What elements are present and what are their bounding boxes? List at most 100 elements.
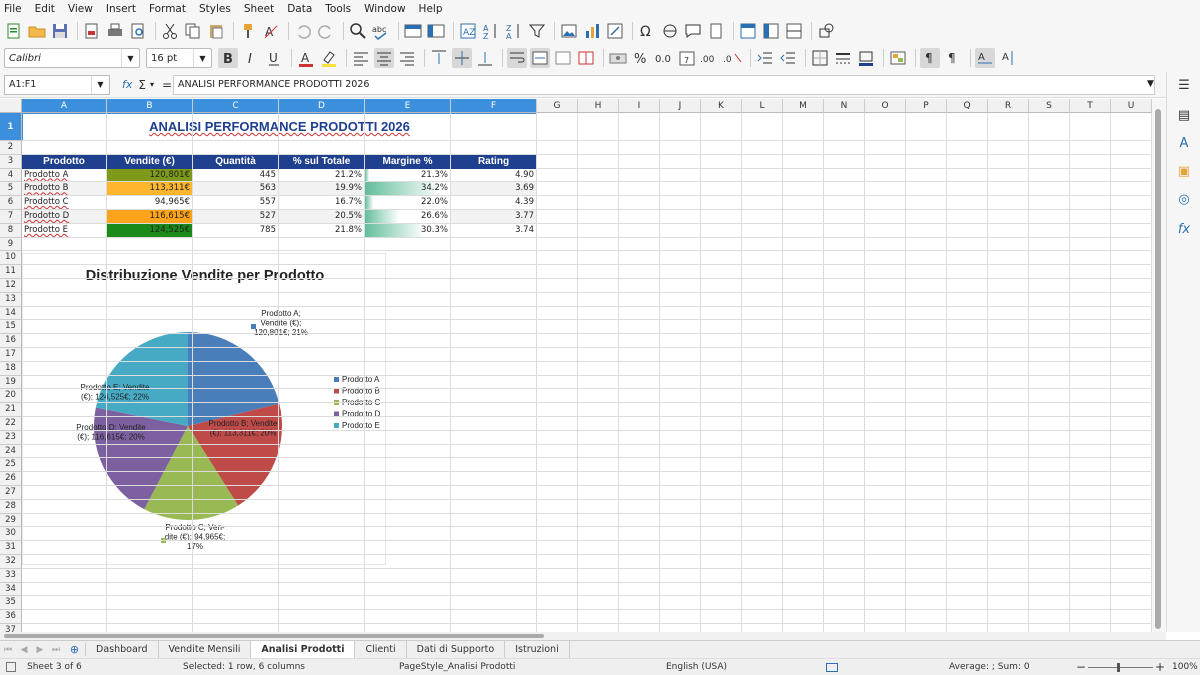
row-header-20[interactable]: 20 bbox=[0, 389, 22, 404]
row-header-21[interactable]: 21 bbox=[0, 403, 22, 417]
text-direction-rtl-icon[interactable]: ¶ bbox=[943, 48, 963, 68]
cut-icon[interactable] bbox=[160, 21, 180, 41]
expand-formula-icon[interactable]: ▼ bbox=[1147, 79, 1154, 89]
text-direction-ltr-icon[interactable]: ¶ bbox=[920, 48, 940, 68]
table-header-cell[interactable]: Margine % bbox=[365, 154, 450, 169]
next-sheet-icon[interactable]: ▶ bbox=[32, 645, 48, 655]
conditional-format-icon[interactable] bbox=[888, 48, 908, 68]
menu-item-format[interactable]: Format bbox=[149, 3, 186, 15]
clone-formatting-icon[interactable] bbox=[238, 21, 258, 41]
pivot-table-icon[interactable] bbox=[605, 21, 625, 41]
properties-icon[interactable]: ▤ bbox=[1175, 108, 1193, 126]
print-icon[interactable] bbox=[105, 21, 125, 41]
row-header-36[interactable]: 36 bbox=[0, 610, 22, 624]
align-right-icon[interactable] bbox=[397, 48, 417, 68]
table-cell-margine[interactable]: 26.6% bbox=[365, 210, 450, 223]
row-header-18[interactable]: 18 bbox=[0, 361, 22, 376]
table-cell-perc[interactable]: 21.8% bbox=[279, 224, 364, 237]
language[interactable]: English (USA) bbox=[666, 662, 727, 672]
functions-icon[interactable]: fx bbox=[1175, 222, 1193, 240]
column-header-m[interactable]: M bbox=[783, 99, 824, 113]
row-header-4[interactable]: 4 bbox=[0, 168, 22, 183]
menu-item-help[interactable]: Help bbox=[419, 3, 443, 15]
column-header-r[interactable]: R bbox=[988, 99, 1029, 113]
row-header-13[interactable]: 13 bbox=[0, 292, 22, 307]
add-sheet-icon[interactable]: ⊕ bbox=[64, 643, 86, 656]
row-header-12[interactable]: 12 bbox=[0, 279, 22, 293]
row-header-31[interactable]: 31 bbox=[0, 541, 22, 555]
table-cell-prodotto[interactable]: Prodotto E bbox=[22, 224, 106, 237]
menu-icon[interactable]: ☰ bbox=[1175, 78, 1193, 96]
last-sheet-icon[interactable]: ⏭ bbox=[48, 645, 64, 655]
add-decimal-icon[interactable]: .00 bbox=[700, 48, 720, 68]
font-size-box[interactable]: 16 pt ▼ bbox=[146, 48, 212, 68]
table-cell-rating[interactable]: 3.77 bbox=[451, 210, 536, 223]
center-vertically-icon[interactable] bbox=[452, 48, 472, 68]
row-header-34[interactable]: 34 bbox=[0, 582, 22, 597]
insert-image-icon[interactable] bbox=[559, 21, 579, 41]
merge-center-icon[interactable] bbox=[530, 48, 550, 68]
table-cell-margine[interactable]: 21.3% bbox=[365, 168, 450, 182]
unmerge-cells-icon[interactable] bbox=[576, 48, 596, 68]
clear-formatting-icon[interactable]: A bbox=[261, 21, 281, 41]
column-header-c[interactable]: C bbox=[193, 99, 279, 113]
column-header-t[interactable]: T bbox=[1070, 99, 1111, 113]
vertical-scrollbar[interactable] bbox=[1152, 99, 1166, 632]
row-header-11[interactable]: 11 bbox=[0, 265, 22, 279]
row-header-6[interactable]: 6 bbox=[0, 196, 22, 210]
split-window-icon[interactable] bbox=[784, 21, 804, 41]
column-icon[interactable] bbox=[426, 21, 446, 41]
menu-item-window[interactable]: Window bbox=[364, 3, 405, 15]
vertical-scroll-thumb[interactable] bbox=[1155, 109, 1161, 629]
row-header-7[interactable]: 7 bbox=[0, 210, 22, 224]
column-header-s[interactable]: S bbox=[1029, 99, 1070, 113]
row-header-3[interactable]: 3 bbox=[0, 154, 22, 169]
align-top-icon[interactable] bbox=[429, 48, 449, 68]
insert-chart-icon[interactable] bbox=[582, 21, 602, 41]
table-header-cell[interactable]: Quantità bbox=[193, 154, 278, 169]
table-cell-perc[interactable]: 20.5% bbox=[279, 210, 364, 223]
table-cell-vendite[interactable]: 113,311€ bbox=[107, 182, 192, 196]
table-cell-prodotto[interactable]: Prodotto D bbox=[22, 210, 106, 223]
column-header-f[interactable]: F bbox=[451, 99, 537, 113]
table-cell-perc[interactable]: 16.7% bbox=[279, 196, 364, 209]
save-icon[interactable] bbox=[50, 21, 70, 41]
highlight-color-icon[interactable] bbox=[319, 48, 339, 68]
table-cell-vendite[interactable]: 120,801€ bbox=[107, 168, 192, 182]
zoom-out-icon[interactable]: − bbox=[1076, 660, 1086, 674]
horizontal-scrollbar[interactable] bbox=[0, 632, 1166, 640]
row-header-15[interactable]: 15 bbox=[0, 320, 22, 335]
table-cell-quantita[interactable]: 785 bbox=[193, 224, 278, 237]
table-cell-prodotto[interactable]: Prodotto A bbox=[22, 169, 106, 182]
zoom-slider-handle[interactable] bbox=[1117, 663, 1120, 672]
styles-icon[interactable]: A bbox=[1175, 136, 1193, 154]
menu-item-edit[interactable]: Edit bbox=[35, 3, 55, 15]
menu-item-sheet[interactable]: Sheet bbox=[244, 3, 274, 15]
row-icon[interactable] bbox=[403, 21, 423, 41]
row-header-2[interactable]: 2 bbox=[0, 141, 22, 155]
export-pdf-icon[interactable] bbox=[82, 21, 102, 41]
table-cell-quantita[interactable]: 445 bbox=[193, 169, 278, 182]
zoom-level[interactable]: 100% bbox=[1172, 662, 1198, 672]
new-document-icon[interactable] bbox=[4, 21, 24, 41]
paste-icon[interactable] bbox=[206, 21, 226, 41]
table-cell-quantita[interactable]: 563 bbox=[193, 182, 278, 196]
row-header-33[interactable]: 33 bbox=[0, 568, 22, 583]
formula-input[interactable]: ANALISI PERFORMANCE PRODOTTI 2026 bbox=[173, 75, 1155, 95]
sheet-tab[interactable]: Vendite Mensili bbox=[159, 640, 252, 659]
chevron-down-icon[interactable]: ▾ bbox=[150, 80, 154, 89]
sort-icon[interactable]: AZ bbox=[458, 21, 478, 41]
table-cell-quantita[interactable]: 557 bbox=[193, 196, 278, 209]
underline-icon[interactable]: U bbox=[264, 48, 284, 68]
sheet-tab[interactable]: Clienti bbox=[355, 640, 407, 659]
table-cell-vendite[interactable]: 116,615€ bbox=[107, 210, 192, 223]
row-header-37[interactable]: 37 bbox=[0, 624, 22, 632]
function-wizard-icon[interactable]: fx bbox=[122, 78, 132, 91]
border-color-icon[interactable] bbox=[856, 48, 876, 68]
date-format-icon[interactable]: 7 bbox=[677, 48, 697, 68]
menu-item-tools[interactable]: Tools bbox=[325, 3, 351, 15]
table-cell-margine[interactable]: 34.2% bbox=[365, 182, 450, 196]
row-header-5[interactable]: 5 bbox=[0, 182, 22, 197]
wrap-text-icon[interactable] bbox=[507, 48, 527, 68]
row-header-22[interactable]: 22 bbox=[0, 417, 22, 431]
